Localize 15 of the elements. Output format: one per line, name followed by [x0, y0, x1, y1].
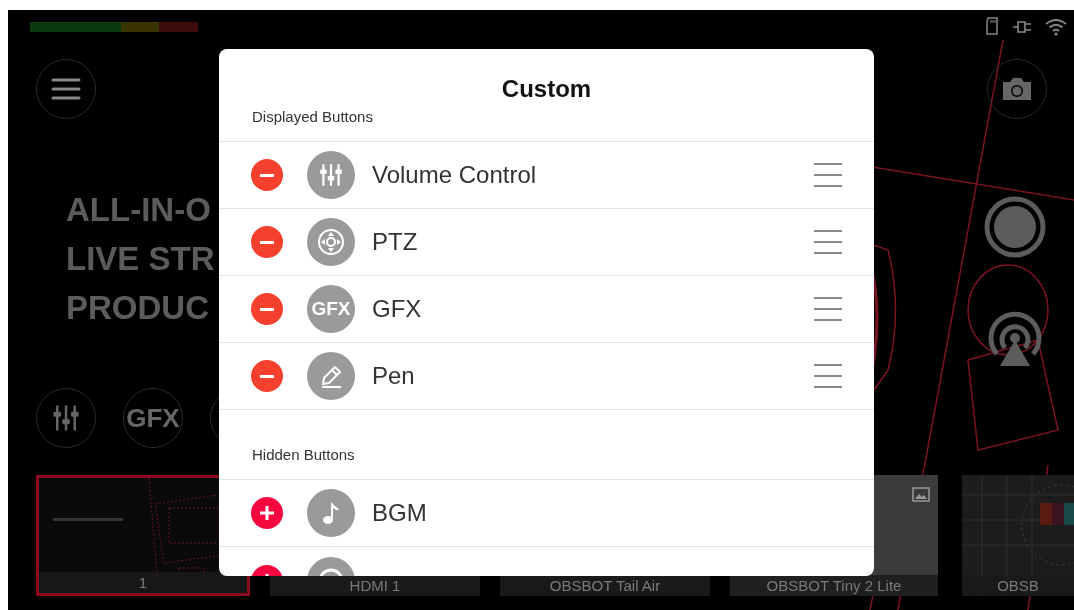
headline-text: LIVE STR: [66, 239, 215, 279]
dialog-title: Custom: [501, 74, 592, 104]
source-thumbnail[interactable]: HDMI 1: [270, 576, 480, 596]
source-label: 1: [39, 572, 247, 593]
headline-text: PRODUC: [66, 288, 210, 328]
button-label: Pen: [372, 361, 416, 391]
gfx-icon: GFX: [307, 285, 355, 333]
button-label: BGM: [372, 498, 428, 528]
section-heading: Hidden Buttons: [252, 445, 355, 465]
button-label: PTZ: [372, 227, 419, 257]
button-label: GFX: [372, 294, 423, 324]
headline-text: ALL-IN-O: [66, 190, 212, 230]
button-label: Volume Control: [372, 160, 538, 190]
section-heading: Displayed Buttons: [252, 107, 373, 127]
source-thumbnail[interactable]: OBSBOT Tail Air: [500, 576, 710, 596]
